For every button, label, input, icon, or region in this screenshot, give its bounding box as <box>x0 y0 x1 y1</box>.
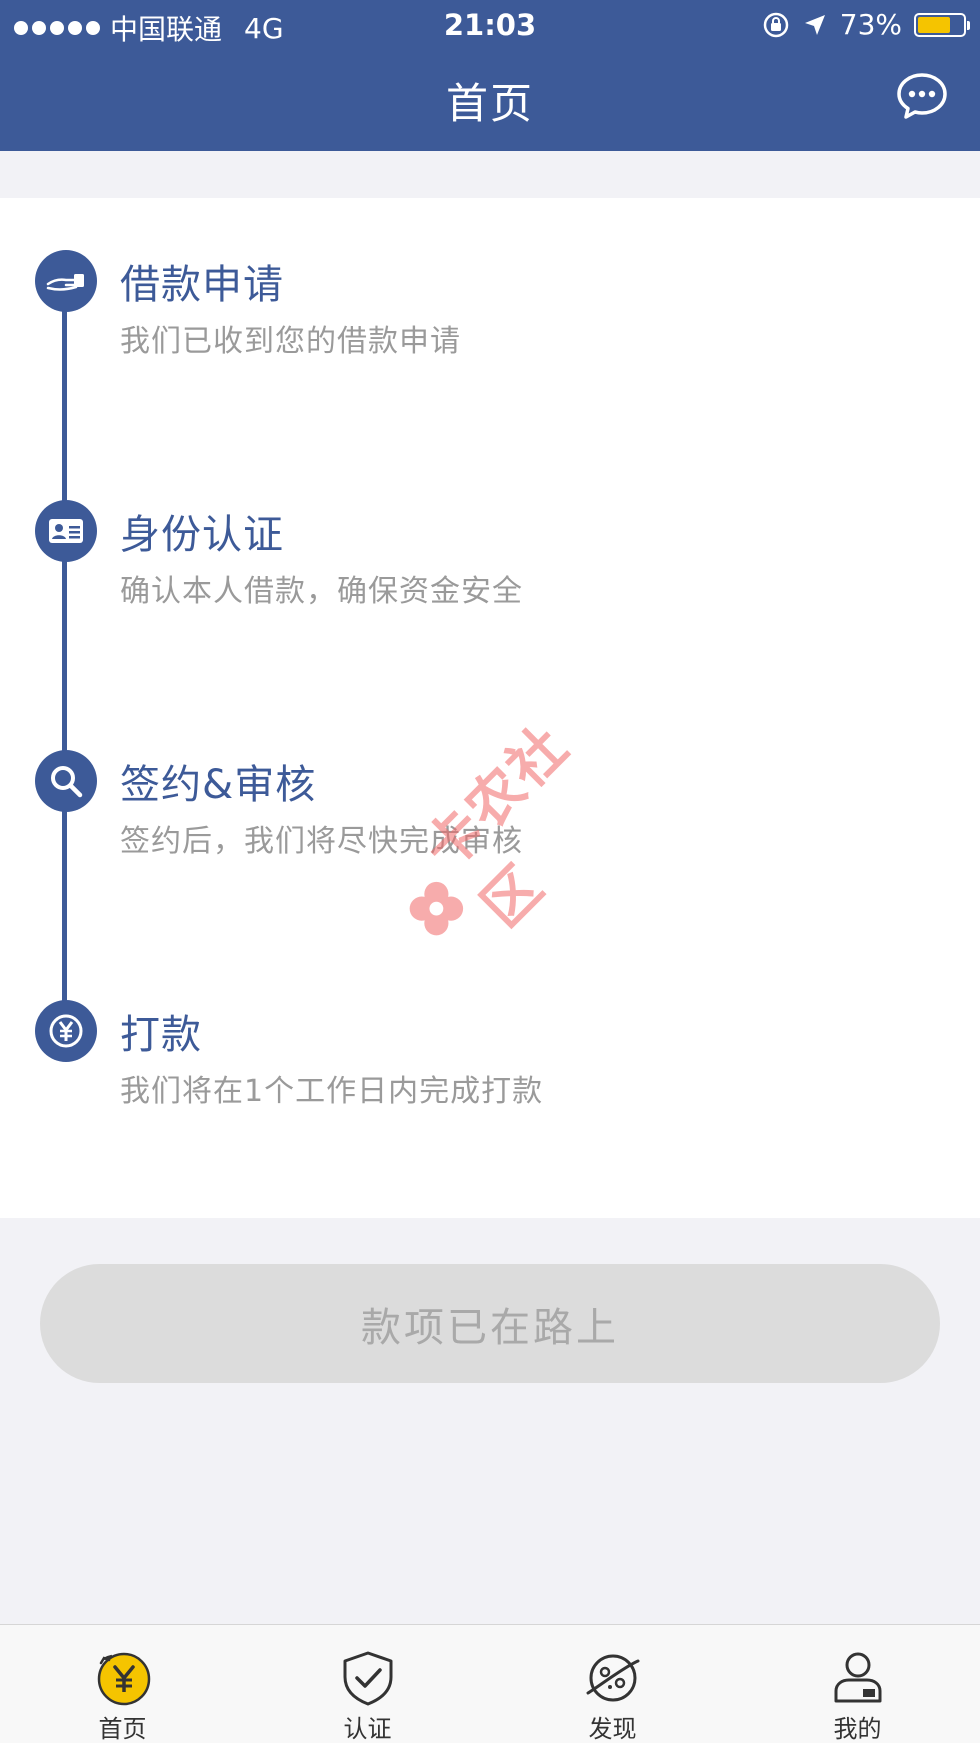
tab-certification[interactable]: 认证 <box>245 1625 490 1743</box>
step-title: 借款申请 <box>120 262 284 308</box>
orientation-lock-icon <box>763 12 789 37</box>
tab-label: 我的 <box>833 1715 882 1743</box>
timeline-line <box>62 280 67 1030</box>
app-header: 中国联通 4G 21:03 73% 首页 <box>0 0 980 151</box>
yen-coin-icon <box>35 1000 97 1062</box>
tab-home[interactable]: 首页 <box>0 1625 245 1743</box>
step-loan-application: 借款申请 我们已收到您的借款申请 <box>0 198 980 359</box>
step-description: 我们将在1个工作日内完成打款 <box>120 1074 544 1109</box>
tab-profile[interactable]: 我的 <box>735 1625 980 1743</box>
planet-icon <box>586 1654 639 1702</box>
battery-fill <box>918 16 951 33</box>
tab-label: 发现 <box>588 1715 637 1743</box>
chat-bubble-icon[interactable] <box>896 72 948 120</box>
location-arrow-icon <box>804 14 825 35</box>
step-disbursement: 打款 我们将在1个工作日内完成打款 <box>0 948 980 1109</box>
page-title: 首页 <box>445 79 534 128</box>
id-card-icon <box>35 500 97 562</box>
profile-icon <box>834 1652 881 1703</box>
step-identity-verification: 身份认证 确认本人借款，确保资金安全 <box>0 448 980 609</box>
search-icon <box>35 750 97 812</box>
step-description: 确认本人借款，确保资金安全 <box>120 574 523 609</box>
status-bar: 中国联通 4G 21:03 73% <box>0 0 980 50</box>
hand-money-icon <box>35 250 97 312</box>
tab-label: 认证 <box>343 1715 392 1743</box>
step-title: 打款 <box>120 1012 202 1058</box>
shield-check-icon <box>343 1651 392 1706</box>
tab-label: 首页 <box>98 1715 147 1743</box>
battery-icon <box>914 12 970 37</box>
yen-home-icon <box>97 1652 150 1706</box>
step-title: 签约&审核 <box>120 762 317 808</box>
tab-discover[interactable]: 发现 <box>490 1625 735 1743</box>
status-right: 73% <box>762 8 970 41</box>
bottom-tab-bar: 首页 认证 发现 我的 <box>0 1624 980 1743</box>
progress-steps-card: 借款申请 我们已收到您的借款申请 身份认证 确认本人借款，确保资金安全 签约&审… <box>0 198 980 1218</box>
step-description: 我们已收到您的借款申请 <box>120 324 461 359</box>
payment-status-button[interactable]: 款项已在路上 <box>40 1264 940 1383</box>
step-title: 身份认证 <box>120 512 284 558</box>
battery-percent: 73% <box>839 8 902 41</box>
